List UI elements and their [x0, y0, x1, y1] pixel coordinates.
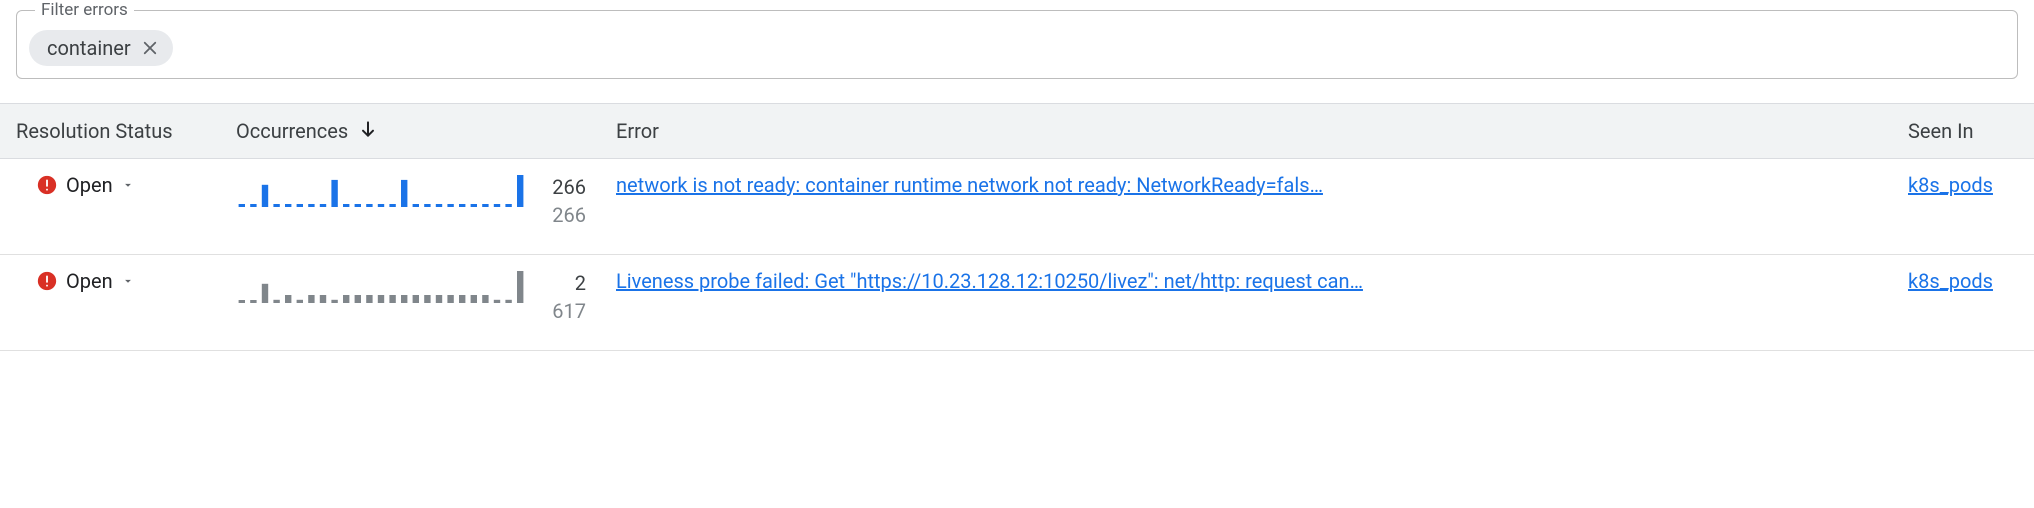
col-header-error[interactable]: Error: [616, 119, 1908, 143]
col-header-seenin[interactable]: Seen In: [1908, 119, 2018, 143]
occurrences-sparkline: [236, 173, 526, 207]
col-header-error-label: Error: [616, 119, 659, 143]
error-icon: [36, 270, 58, 292]
col-header-status-label: Resolution Status: [16, 119, 173, 143]
status-label: Open: [66, 269, 113, 293]
errors-table: Resolution Status Occurrences Error Seen…: [0, 103, 2034, 351]
chevron-down-icon: [121, 178, 135, 192]
arrow-down-icon: [358, 119, 378, 144]
filter-chip[interactable]: container: [29, 30, 173, 66]
filter-chip-label: container: [47, 36, 131, 60]
seen-in-link[interactable]: k8s_pods: [1908, 269, 1993, 293]
occurrences-count: 266: [552, 173, 586, 201]
error-icon: [36, 174, 58, 196]
seen-in-link[interactable]: k8s_pods: [1908, 173, 1993, 197]
error-message-link[interactable]: Liveness probe failed: Get "https://10.2…: [616, 269, 1884, 293]
resolution-status-dropdown[interactable]: Open: [16, 173, 135, 197]
chevron-down-icon: [121, 274, 135, 288]
filter-errors-fieldset[interactable]: Filter errors container: [16, 0, 2018, 79]
occurrences-count: 2: [575, 269, 586, 297]
occurrences-total: 266: [552, 201, 586, 229]
table-row[interactable]: Open 2 617 Liveness probe failed: Get "h…: [0, 255, 2034, 351]
status-label: Open: [66, 173, 113, 197]
occurrences-sparkline: [236, 269, 526, 303]
col-header-occurrences[interactable]: Occurrences: [236, 119, 616, 144]
col-header-occurrences-label: Occurrences: [236, 119, 348, 143]
filter-legend: Filter errors: [35, 0, 134, 20]
table-row[interactable]: Open 266 266 network is not ready: conta…: [0, 159, 2034, 255]
table-header-row: Resolution Status Occurrences Error Seen…: [0, 103, 2034, 159]
col-header-seenin-label: Seen In: [1908, 119, 1974, 143]
resolution-status-dropdown[interactable]: Open: [16, 269, 135, 293]
error-message-link[interactable]: network is not ready: container runtime …: [616, 173, 1884, 197]
close-icon[interactable]: [141, 39, 159, 57]
col-header-status[interactable]: Resolution Status: [16, 119, 236, 143]
occurrences-total: 617: [552, 297, 586, 325]
